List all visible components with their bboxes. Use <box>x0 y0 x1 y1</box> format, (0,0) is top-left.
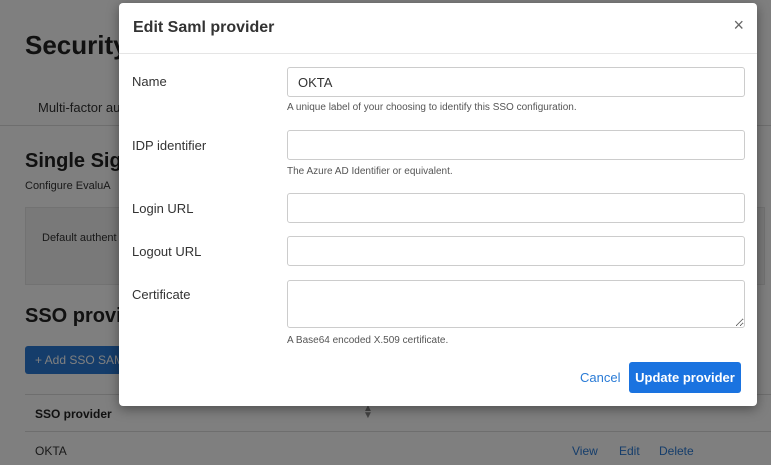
idp-help-text: The Azure AD Identifier or equivalent. <box>287 166 453 177</box>
modal-title: Edit Saml provider <box>133 19 275 36</box>
idp-identifier-input[interactable] <box>287 130 745 160</box>
certificate-help-text: A Base64 encoded X.509 certificate. <box>287 335 449 346</box>
logout-url-label: Logout URL <box>132 244 202 259</box>
name-input[interactable] <box>287 67 745 97</box>
name-label: Name <box>132 74 167 89</box>
update-provider-button[interactable]: Update provider <box>629 362 741 393</box>
login-url-label: Login URL <box>132 201 194 216</box>
logout-url-input[interactable] <box>287 236 745 266</box>
name-help-text: A unique label of your choosing to ident… <box>287 102 577 113</box>
modal-header: Edit Saml provider × <box>119 3 757 54</box>
cancel-button[interactable]: Cancel <box>580 370 620 385</box>
close-icon[interactable]: × <box>733 16 744 34</box>
certificate-label: Certificate <box>132 287 191 302</box>
idp-identifier-label: IDP identifier <box>132 138 207 153</box>
edit-saml-provider-modal: Edit Saml provider × Name A unique label… <box>119 3 757 406</box>
login-url-input[interactable] <box>287 193 745 223</box>
certificate-textarea[interactable] <box>287 280 745 328</box>
